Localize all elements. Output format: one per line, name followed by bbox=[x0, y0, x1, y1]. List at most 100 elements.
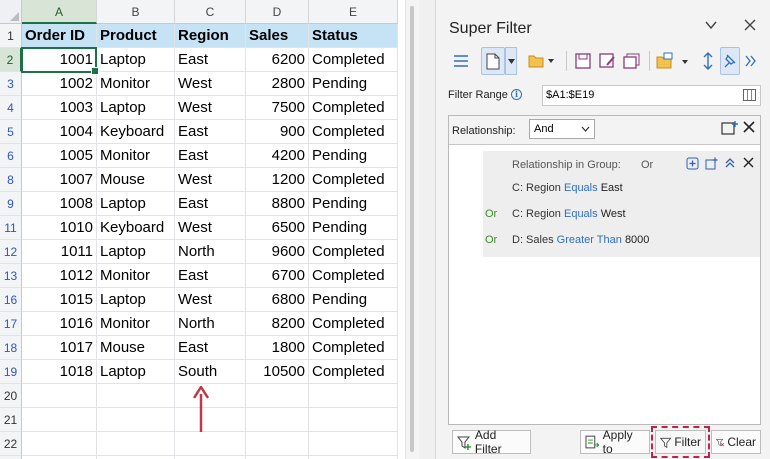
column-header-a[interactable]: A bbox=[22, 0, 97, 24]
row-header[interactable]: 5 bbox=[0, 120, 22, 144]
column-header-c[interactable]: C bbox=[175, 0, 246, 24]
clear-button[interactable]: Clear bbox=[711, 430, 761, 454]
data-cell[interactable]: 1001 bbox=[22, 48, 97, 72]
add-subgroup-icon[interactable] bbox=[705, 157, 718, 173]
data-cell[interactable]: West bbox=[175, 72, 246, 96]
condition-operator[interactable]: Equals bbox=[564, 182, 598, 194]
row-header[interactable]: 8 bbox=[0, 168, 22, 192]
apply-to-button[interactable]: Apply to bbox=[580, 428, 650, 456]
data-cell[interactable]: 1002 bbox=[22, 72, 97, 96]
data-cell[interactable]: Pending bbox=[309, 216, 398, 240]
data-cell[interactable]: Mouse bbox=[97, 168, 175, 192]
save-all-icon[interactable] bbox=[620, 47, 642, 75]
add-group-icon[interactable] bbox=[721, 120, 739, 141]
row-header[interactable]: 9 bbox=[0, 192, 22, 216]
empty-cell[interactable] bbox=[309, 408, 398, 432]
data-cell[interactable]: Monitor bbox=[97, 144, 175, 168]
data-cell[interactable]: 900 bbox=[246, 120, 309, 144]
scenario-folder-icon[interactable] bbox=[655, 47, 691, 75]
data-cell[interactable]: West bbox=[175, 168, 246, 192]
data-cell[interactable]: 6200 bbox=[246, 48, 309, 72]
column-header-e[interactable]: E bbox=[309, 0, 398, 24]
row-header[interactable]: 22 bbox=[0, 432, 22, 456]
data-cell[interactable]: 1010 bbox=[22, 216, 97, 240]
data-cell[interactable]: 1018 bbox=[22, 360, 97, 384]
data-cell[interactable]: Monitor bbox=[97, 72, 175, 96]
data-cell[interactable]: Completed bbox=[309, 240, 398, 264]
info-icon[interactable]: i bbox=[511, 89, 522, 100]
data-cell[interactable]: 1016 bbox=[22, 312, 97, 336]
close-icon[interactable] bbox=[743, 157, 754, 171]
data-cell[interactable]: Completed bbox=[309, 120, 398, 144]
row-header[interactable]: 6 bbox=[0, 144, 22, 168]
condition-operator[interactable]: Equals bbox=[564, 208, 598, 220]
row-header[interactable]: 11 bbox=[0, 216, 22, 240]
condition-row[interactable]: D: Sales Greater Than 8000 bbox=[512, 234, 649, 246]
data-cell[interactable]: 1008 bbox=[22, 192, 97, 216]
data-cell[interactable]: Laptop bbox=[97, 360, 175, 384]
empty-cell[interactable] bbox=[97, 408, 175, 432]
data-cell[interactable]: Laptop bbox=[97, 240, 175, 264]
row-header[interactable]: 21 bbox=[0, 408, 22, 432]
data-cell[interactable]: West bbox=[175, 216, 246, 240]
data-cell[interactable]: North bbox=[175, 240, 246, 264]
row-header[interactable]: 17 bbox=[0, 312, 22, 336]
condition-value[interactable]: West bbox=[601, 208, 626, 220]
data-cell[interactable]: Keyboard bbox=[97, 120, 175, 144]
data-cell[interactable]: Completed bbox=[309, 48, 398, 72]
empty-cell[interactable] bbox=[246, 384, 309, 408]
open-folder-icon[interactable] bbox=[526, 47, 556, 75]
empty-cell[interactable] bbox=[246, 408, 309, 432]
data-cell[interactable]: Monitor bbox=[97, 264, 175, 288]
empty-cell[interactable] bbox=[246, 432, 309, 456]
save-icon[interactable] bbox=[572, 47, 594, 75]
header-cell[interactable]: Product bbox=[97, 24, 175, 48]
save-as-icon[interactable] bbox=[596, 47, 618, 75]
row-header[interactable]: 3 bbox=[0, 72, 22, 96]
data-cell[interactable]: 1200 bbox=[246, 168, 309, 192]
data-cell[interactable]: North bbox=[175, 312, 246, 336]
data-cell[interactable]: Mouse bbox=[97, 336, 175, 360]
data-cell[interactable]: 1800 bbox=[246, 336, 309, 360]
chevron-down-icon[interactable] bbox=[704, 18, 718, 38]
data-cell[interactable]: 7500 bbox=[246, 96, 309, 120]
row-header[interactable]: 19 bbox=[0, 360, 22, 384]
data-cell[interactable]: Pending bbox=[309, 72, 398, 96]
data-cell[interactable]: 1007 bbox=[22, 168, 97, 192]
data-cell[interactable]: Pending bbox=[309, 144, 398, 168]
data-cell[interactable]: West bbox=[175, 288, 246, 312]
data-cell[interactable]: Laptop bbox=[97, 288, 175, 312]
add-condition-icon[interactable] bbox=[686, 157, 699, 173]
select-all-corner[interactable] bbox=[0, 0, 22, 24]
condition-value[interactable]: 8000 bbox=[625, 234, 649, 246]
data-cell[interactable]: East bbox=[175, 48, 246, 72]
row-header[interactable]: 4 bbox=[0, 96, 22, 120]
header-cell[interactable]: Region bbox=[175, 24, 246, 48]
data-cell[interactable]: Keyboard bbox=[97, 216, 175, 240]
header-cell[interactable]: Sales bbox=[246, 24, 309, 48]
data-cell[interactable]: 1012 bbox=[22, 264, 97, 288]
data-cell[interactable]: Completed bbox=[309, 96, 398, 120]
data-cell[interactable]: 1015 bbox=[22, 288, 97, 312]
data-cell[interactable]: Completed bbox=[309, 360, 398, 384]
empty-cell[interactable] bbox=[175, 408, 246, 432]
data-cell[interactable]: 10500 bbox=[246, 360, 309, 384]
data-cell[interactable]: East bbox=[175, 264, 246, 288]
pin-icon[interactable] bbox=[720, 47, 740, 75]
data-cell[interactable]: Monitor bbox=[97, 312, 175, 336]
empty-cell[interactable] bbox=[97, 384, 175, 408]
data-cell[interactable]: Laptop bbox=[97, 48, 175, 72]
row-header[interactable]: 13 bbox=[0, 264, 22, 288]
row-header[interactable]: 16 bbox=[0, 288, 22, 312]
data-cell[interactable]: 1003 bbox=[22, 96, 97, 120]
header-cell[interactable]: Status bbox=[309, 24, 398, 48]
expand-vertical-icon[interactable] bbox=[699, 47, 717, 75]
empty-cell[interactable] bbox=[175, 384, 246, 408]
data-cell[interactable]: South bbox=[175, 360, 246, 384]
condition-operator[interactable]: Greater Than bbox=[557, 234, 622, 246]
data-cell[interactable]: 6700 bbox=[246, 264, 309, 288]
data-cell[interactable]: 6800 bbox=[246, 288, 309, 312]
new-document-icon[interactable] bbox=[481, 47, 505, 75]
empty-cell[interactable] bbox=[22, 384, 97, 408]
empty-cell[interactable] bbox=[22, 432, 97, 456]
